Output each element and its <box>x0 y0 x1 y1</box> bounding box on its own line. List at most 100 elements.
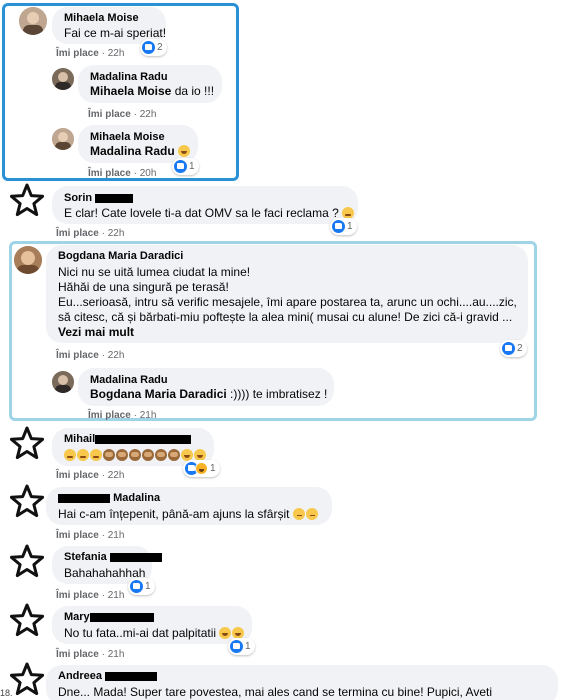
grinning-emoji-icon <box>64 449 76 461</box>
redaction-bar <box>58 493 110 503</box>
reply-bubble: Madalina Radu Mihaela Moise da io !!! <box>78 65 222 103</box>
comment-actions: Îmi place · 21h <box>56 530 125 541</box>
like-link[interactable]: Îmi place <box>88 410 131 421</box>
star-avatar-icon[interactable] <box>10 544 44 578</box>
comment-time[interactable]: 21h <box>108 530 125 541</box>
like-reaction-icon <box>502 342 515 355</box>
avatar[interactable] <box>19 7 47 35</box>
comment-time[interactable]: 22h <box>108 228 125 239</box>
comment-text: E clar! Cate lovele ti-a dat OMV sa le f… <box>64 206 355 221</box>
comment-time[interactable]: 21h <box>140 410 157 421</box>
comment-text-line: Eu...serioasă, intru să verific mesajele… <box>58 295 517 309</box>
comment-author[interactable]: Mihaela Moise <box>90 131 186 143</box>
comment-time[interactable]: 22h <box>140 109 157 120</box>
comment-actions: Îmi place · 22h <box>56 48 125 59</box>
comment-text: Fai ce m-ai speriat! <box>64 26 167 40</box>
star-avatar-icon[interactable] <box>10 484 44 518</box>
comment-text: No tu fata..mi-ai dat palpitatii <box>64 626 245 641</box>
comment-author[interactable]: Madalina <box>58 492 320 504</box>
avatar[interactable] <box>52 68 74 90</box>
comment-text-line: să citesc, că și bărbati-miu poftește la… <box>58 310 513 324</box>
profile-photo-icon <box>19 7 47 35</box>
comment-bubble: Madalina Hai c-am înțepenit, până-am aju… <box>46 487 332 525</box>
see-no-evil-monkey-icon <box>155 449 167 461</box>
see-no-evil-monkey-icon <box>129 449 141 461</box>
like-reaction-icon <box>130 580 143 593</box>
comment-text: Mihaela Moise da io !!! <box>90 84 215 98</box>
avatar[interactable] <box>52 371 74 393</box>
reaction-count[interactable]: 1 <box>172 158 199 175</box>
reaction-count[interactable]: 1 <box>228 638 255 655</box>
redaction-bar <box>109 552 162 562</box>
laughing-emoji-icon <box>178 145 191 157</box>
see-no-evil-monkey-icon <box>116 449 128 461</box>
comment-actions: Îmi place · 22h <box>56 470 125 481</box>
avatar[interactable] <box>14 246 42 274</box>
comment-time[interactable]: 21h <box>108 590 125 601</box>
comment-actions: Îmi place · 22h <box>56 228 125 239</box>
comment-text <box>64 448 206 463</box>
like-reaction-icon <box>174 160 187 173</box>
comment-actions: Îmi place · 21h <box>88 410 157 421</box>
avatar[interactable] <box>52 128 74 150</box>
comment-time[interactable]: 22h <box>108 48 125 59</box>
grinning-emoji-icon <box>77 449 89 461</box>
comment-author[interactable]: Madalina Radu <box>90 71 210 83</box>
like-link[interactable]: Îmi place <box>56 470 99 481</box>
mention-tag[interactable]: Mihaela Moise <box>90 84 171 98</box>
comment-bubble: Andreea Dne... Mada! Super tare povestea… <box>46 665 558 700</box>
like-link[interactable]: Îmi place <box>56 350 99 361</box>
star-avatar-icon[interactable] <box>10 603 44 637</box>
comment-actions: Îmi place · 21h <box>56 649 125 660</box>
like-link[interactable]: Îmi place <box>56 530 99 541</box>
mention-tag[interactable]: Bogdana Maria Daradici <box>90 387 227 401</box>
comment-author[interactable]: Sorin <box>64 192 346 204</box>
like-link[interactable]: Îmi place <box>88 109 131 120</box>
like-link[interactable]: Îmi place <box>88 168 131 179</box>
comment-author[interactable]: Andreea <box>58 670 546 682</box>
comment-author[interactable]: Mihail <box>64 433 202 445</box>
redaction-bar <box>89 612 154 622</box>
star-avatar-icon[interactable] <box>10 426 44 460</box>
comment-author[interactable]: Madalina Radu <box>90 374 322 386</box>
comment-text: Dne... Mada! Super tare povestea, mai al… <box>58 685 493 699</box>
reaction-count[interactable]: 2 <box>140 39 167 56</box>
reaction-count[interactable]: 1 <box>183 460 220 477</box>
profile-photo-icon <box>52 128 74 150</box>
comment-author[interactable]: Mary <box>64 611 240 623</box>
reaction-count[interactable]: 1 <box>128 578 155 595</box>
grinning-emoji-icon <box>90 449 102 461</box>
comment-text-line: Hăhăi de una singură pe terasă! <box>58 280 229 294</box>
like-reaction-icon <box>230 640 243 653</box>
comment-bubble: Sorin E clar! Cate lovele ti-a dat OMV s… <box>52 186 358 224</box>
reaction-count[interactable]: 1 <box>330 218 357 235</box>
comment-time[interactable]: 21h <box>108 649 125 660</box>
comment-author[interactable]: Stefania <box>64 551 162 563</box>
redaction-bar <box>95 434 192 444</box>
comment-text: Madalina Radu <box>90 144 191 159</box>
comment-text: Bahahahahhah <box>64 566 146 580</box>
comment-actions: Îmi place · 22h <box>88 109 157 120</box>
comment-author[interactable]: Mihaela Moise <box>64 12 154 24</box>
like-link[interactable]: Îmi place <box>56 48 99 59</box>
comment-time[interactable]: 20h <box>140 168 157 179</box>
mention-tag[interactable]: Madalina Radu <box>90 144 175 158</box>
comment-time[interactable]: 22h <box>108 470 125 481</box>
comment-actions: Îmi place · 22h <box>56 350 125 361</box>
reaction-count[interactable]: 2 <box>500 340 527 357</box>
like-reaction-icon <box>142 41 155 54</box>
comment-text: Hai c-am înțepenit, până-am ajuns la sfâ… <box>58 507 320 522</box>
like-link[interactable]: Îmi place <box>56 649 99 660</box>
comment-author[interactable]: Bogdana Maria Daradici <box>58 250 516 262</box>
see-no-evil-monkey-icon <box>168 449 180 461</box>
see-more-link[interactable]: Vezi mai mult <box>58 325 516 340</box>
reply-bubble: Madalina Radu Bogdana Maria Daradici :))… <box>78 368 334 406</box>
like-link[interactable]: Îmi place <box>56 228 99 239</box>
comment-time[interactable]: 22h <box>108 350 125 361</box>
comment-actions: Îmi place · 21h <box>56 590 125 601</box>
comment-actions: Îmi place · 20h <box>88 168 157 179</box>
redaction-bar <box>95 193 134 203</box>
like-link[interactable]: Îmi place <box>56 590 99 601</box>
star-avatar-icon[interactable] <box>10 183 44 217</box>
star-avatar-icon[interactable] <box>10 662 44 696</box>
